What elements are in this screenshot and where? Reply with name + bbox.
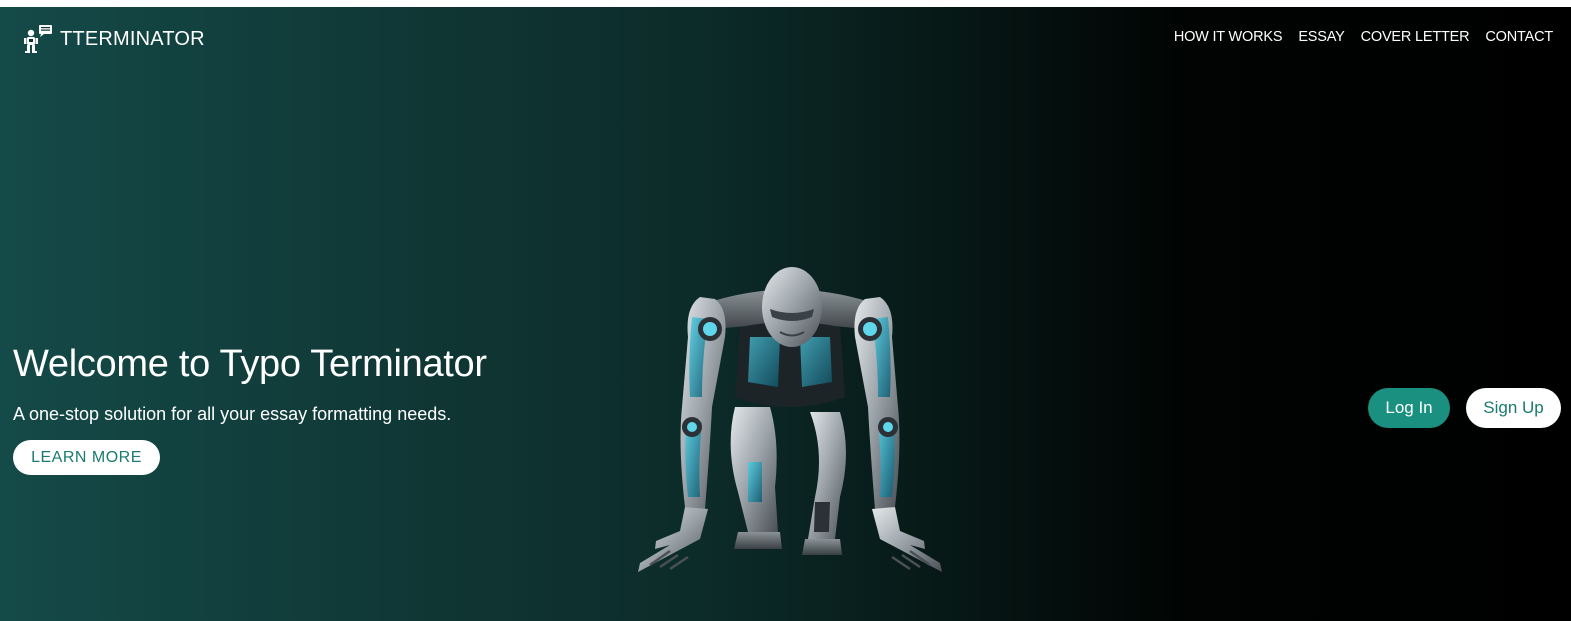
crouching-robot-illustration [638,267,942,572]
brand-name: TTERMINATOR [60,27,205,50]
nav-contact[interactable]: CONTACT [1485,29,1553,45]
brand-logo[interactable]: TTERMINATOR [22,24,205,54]
hero-title: Welcome to Typo Terminator [13,343,487,385]
top-strip [0,0,1571,7]
nav-essay[interactable]: ESSAY [1298,29,1344,45]
hero-subtitle: A one-stop solution for all your essay f… [13,404,452,424]
main-nav: HOW IT WORKS ESSAY COVER LETTER CONTACT [1174,29,1553,45]
robot-speech-bubble-icon [24,25,52,53]
hero-section: TTERMINATOR HOW IT WORKS ESSAY COVER LET… [0,7,1571,621]
nav-how-it-works[interactable]: HOW IT WORKS [1174,29,1283,45]
learn-more-button[interactable]: LEARN MORE [13,440,160,475]
login-button[interactable]: Log In [1368,388,1450,428]
signup-button[interactable]: Sign Up [1466,388,1561,428]
nav-cover-letter[interactable]: COVER LETTER [1361,29,1470,45]
